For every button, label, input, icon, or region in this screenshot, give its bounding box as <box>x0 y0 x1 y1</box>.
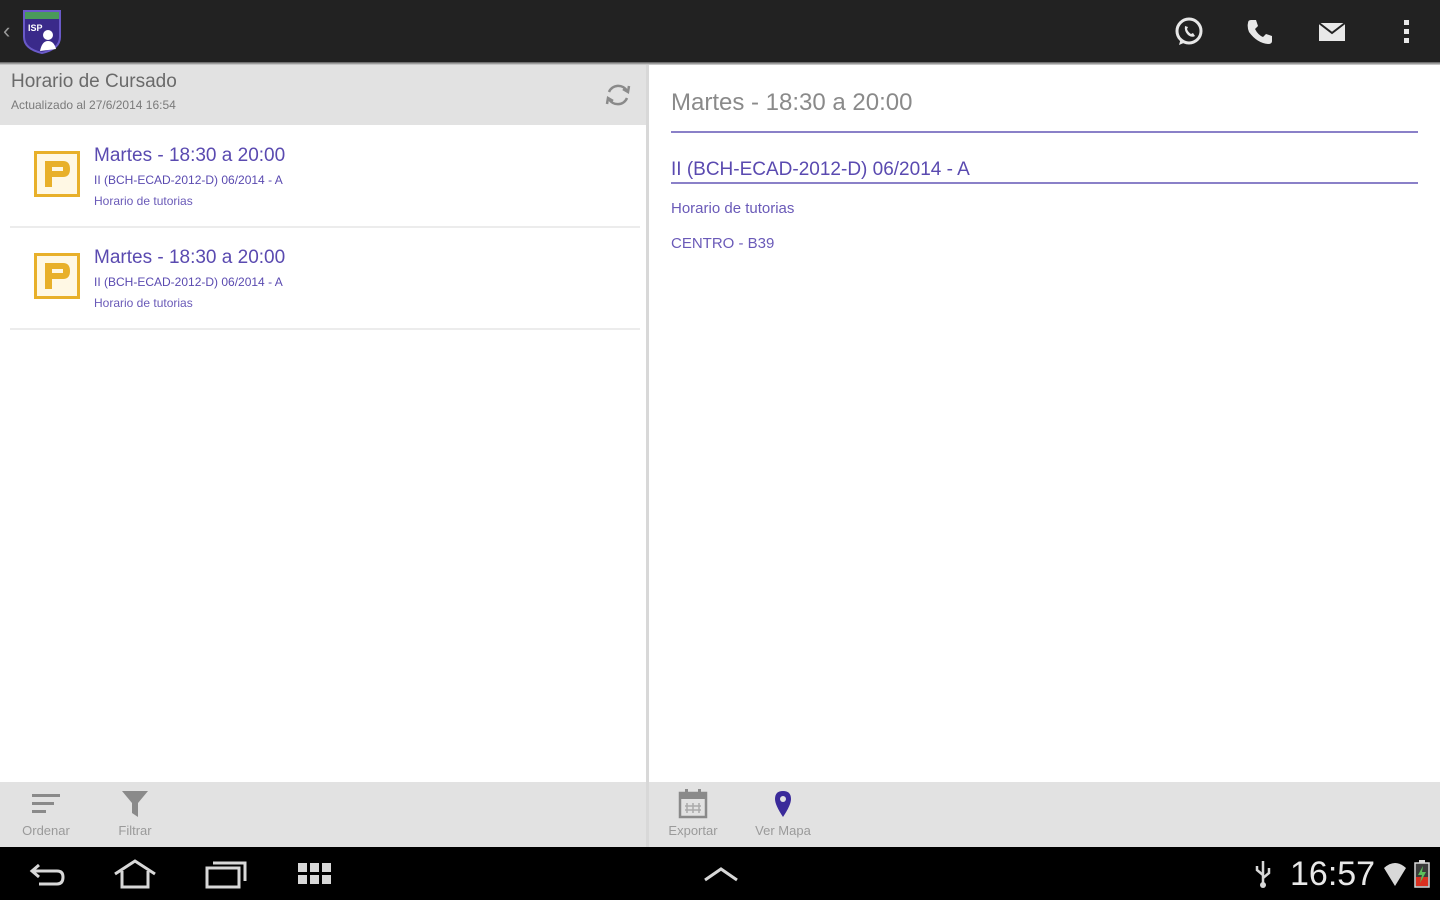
detail-course: II (BCH-ECAD-2012-D) 06/2014 - A <box>671 159 970 180</box>
apps-grid-icon[interactable] <box>294 855 336 893</box>
schedule-list-pane: Horario de Cursado Actualizado al 27/6/2… <box>0 65 646 782</box>
system-nav-bar: 16:57 <box>0 847 1440 900</box>
item-title: Martes - 18:30 a 20:00 <box>94 145 286 166</box>
clock: 16:57 <box>1290 855 1376 893</box>
list-toolbar: Ordenar Filtrar <box>0 782 646 847</box>
list-header: Horario de Cursado Actualizado al 27/6/2… <box>0 65 646 125</box>
detail-location: CENTRO - B39 <box>671 235 775 252</box>
detail-pane: Martes - 18:30 a 20:00 II (BCH-ECAD-2012… <box>649 65 1440 782</box>
sort-icon <box>30 788 62 820</box>
filter-icon <box>121 788 149 820</box>
chevron-left-icon[interactable]: ‹ <box>3 18 10 44</box>
export-label: Exportar <box>668 823 718 838</box>
item-subtitle: II (BCH-ECAD-2012-D) 06/2014 - A <box>94 173 283 187</box>
home-icon[interactable] <box>110 855 160 893</box>
list-item[interactable]: Martes - 18:30 a 20:00 II (BCH-ECAD-2012… <box>10 230 640 330</box>
wifi-icon <box>1382 855 1408 893</box>
map-pin-icon <box>773 788 793 820</box>
app-logo[interactable]: ISP <box>22 9 62 55</box>
item-title: Martes - 18:30 a 20:00 <box>94 247 286 268</box>
recent-apps-icon[interactable] <box>202 855 250 893</box>
detail-course-rule <box>671 182 1418 184</box>
phone-icon[interactable] <box>1240 13 1280 51</box>
action-bar: ‹ ISP <box>0 0 1440 62</box>
detail-title: Martes - 18:30 a 20:00 <box>671 89 913 116</box>
export-button[interactable]: Exportar <box>661 782 725 847</box>
detail-toolbar: Exportar Ver Mapa <box>649 782 1440 847</box>
list-title: Horario de Cursado <box>11 71 177 92</box>
view-map-button[interactable]: Ver Mapa <box>747 782 819 847</box>
sort-button[interactable]: Ordenar <box>14 782 78 847</box>
parking-p-icon <box>34 151 80 197</box>
battery-icon <box>1410 855 1434 893</box>
list-item[interactable]: Martes - 18:30 a 20:00 II (BCH-ECAD-2012… <box>10 128 640 228</box>
whatsapp-icon[interactable] <box>1169 13 1209 51</box>
filter-label: Filtrar <box>118 823 152 838</box>
sort-label: Ordenar <box>22 823 70 838</box>
filter-button[interactable]: Filtrar <box>106 782 164 847</box>
detail-title-rule <box>671 131 1418 133</box>
chevron-up-icon[interactable] <box>700 855 742 893</box>
parking-p-icon <box>34 253 80 299</box>
last-updated-text: Actualizado al 27/6/2014 16:54 <box>11 98 176 112</box>
calendar-export-icon <box>677 788 709 820</box>
item-subtitle: II (BCH-ECAD-2012-D) 06/2014 - A <box>94 275 283 289</box>
svg-text:ISP: ISP <box>28 23 43 33</box>
overflow-menu-icon[interactable] <box>1386 13 1426 51</box>
back-icon[interactable] <box>24 855 70 893</box>
detail-type: Horario de tutorias <box>671 200 795 217</box>
refresh-icon[interactable] <box>600 77 636 113</box>
view-map-label: Ver Mapa <box>755 823 811 838</box>
item-detail: Horario de tutorias <box>94 296 193 310</box>
mail-icon[interactable] <box>1312 13 1352 51</box>
item-detail: Horario de tutorias <box>94 194 193 208</box>
usb-icon <box>1250 855 1276 893</box>
